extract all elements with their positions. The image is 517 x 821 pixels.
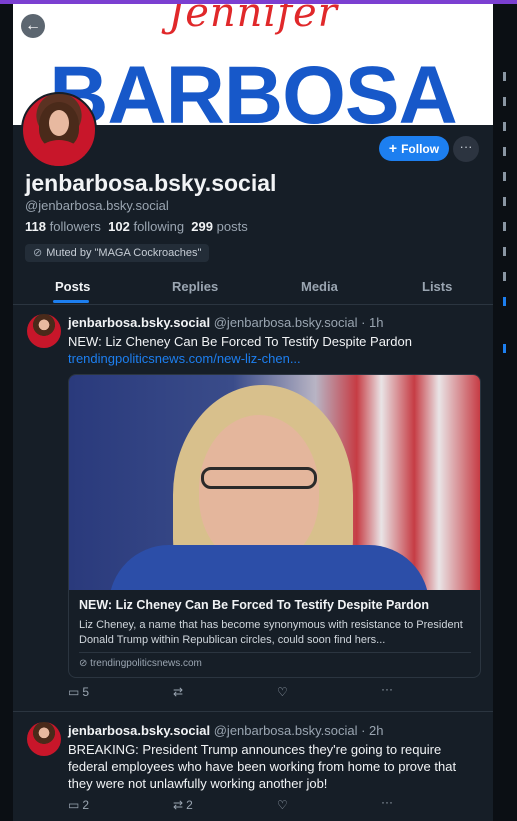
- post-author[interactable]: jenbarbosa.bsky.social: [68, 723, 210, 738]
- post-more-button[interactable]: ···: [381, 795, 393, 809]
- like-button[interactable]: ♡: [277, 685, 291, 699]
- ellipsis-icon: ···: [459, 139, 473, 154]
- reply-button[interactable]: ▭ 5: [68, 685, 89, 699]
- active-tab-indicator: [53, 300, 89, 303]
- link-card-image: [69, 375, 480, 590]
- muted-label: Muted by "MAGA Cockroaches": [46, 247, 202, 259]
- follow-label: Follow: [401, 142, 440, 156]
- link-card[interactable]: NEW: Liz Cheney Can Be Forced To Testify…: [68, 374, 481, 678]
- post-link[interactable]: trendingpoliticsnews.com/new-liz-chen...: [68, 351, 301, 366]
- posts-count: 299: [191, 219, 213, 234]
- followers-link[interactable]: 118 followers: [25, 219, 101, 234]
- profile-page: Jennifer BARBOSA ← + Follow ··· jenbarbos…: [13, 4, 493, 821]
- post-avatar[interactable]: [27, 314, 61, 348]
- post-author[interactable]: jenbarbosa.bsky.social: [68, 315, 210, 330]
- muted-badge[interactable]: ⊘ Muted by "MAGA Cockroaches": [25, 244, 210, 262]
- post-text: NEW: Liz Cheney Can Be Forced To Testify…: [68, 334, 412, 349]
- followers-label: followers: [49, 219, 101, 234]
- ellipsis-icon: ···: [381, 795, 393, 809]
- reply-count: 5: [82, 685, 90, 699]
- right-sidebar-strip: [493, 4, 517, 821]
- post-time[interactable]: · 2h: [361, 723, 383, 738]
- post-header: jenbarbosa.bsky.social @jenbarbosa.bsky.…: [68, 723, 384, 738]
- link-card-domain-label: trendingpoliticsnews.com: [90, 658, 202, 669]
- following-count: 102: [108, 219, 130, 234]
- link-card-description: Liz Cheney, a name that has become synon…: [79, 619, 463, 646]
- speech-bubble-icon: ▭: [68, 685, 80, 699]
- tab-media[interactable]: Media: [301, 279, 338, 294]
- tab-posts[interactable]: Posts: [55, 279, 90, 294]
- post-text: BREAKING: President Trump announces they…: [68, 742, 457, 791]
- profile-more-button[interactable]: ···: [453, 136, 479, 162]
- repost-icon: ⇄: [173, 798, 184, 812]
- follow-button[interactable]: + Follow: [379, 136, 449, 161]
- post-divider: [13, 711, 493, 712]
- post-avatar[interactable]: [27, 722, 61, 756]
- profile-handle: @jenbarbosa.bsky.social: [25, 198, 169, 213]
- banner-script-text: Jennifer: [168, 4, 338, 36]
- following-link[interactable]: 102 following: [108, 219, 184, 234]
- reply-button[interactable]: ▭ 2: [68, 798, 89, 812]
- tab-replies[interactable]: Replies: [172, 279, 218, 294]
- heart-icon: ♡: [277, 798, 288, 812]
- post-handle: @jenbarbosa.bsky.social: [213, 315, 358, 330]
- link-card-divider: [79, 652, 471, 653]
- tab-lists[interactable]: Lists: [422, 279, 452, 294]
- post-time[interactable]: · 1h: [361, 315, 383, 330]
- posts-label: posts: [216, 219, 248, 234]
- eye-slash-icon: ⊘: [33, 247, 43, 259]
- ellipsis-icon: ···: [381, 682, 393, 696]
- repost-icon: ⇄: [173, 685, 184, 699]
- post-more-button[interactable]: ···: [381, 682, 393, 696]
- link-card-title: NEW: Liz Cheney Can Be Forced To Testify…: [79, 598, 430, 612]
- globe-icon: ⊘: [79, 658, 91, 669]
- post-handle: @jenbarbosa.bsky.social: [213, 723, 358, 738]
- link-card-domain: ⊘ trendingpoliticsnews.com: [79, 658, 202, 669]
- profile-display-name: jenbarbosa.bsky.social: [25, 170, 277, 196]
- repost-count: 2: [186, 798, 193, 812]
- heart-icon: ♡: [277, 685, 288, 699]
- profile-stats: 118 followers 102 following 299 posts: [25, 219, 248, 234]
- followers-count: 118: [25, 219, 46, 234]
- plus-icon: +: [388, 140, 398, 156]
- arrow-left-icon: ←: [25, 17, 41, 34]
- speech-bubble-icon: ▭: [68, 798, 80, 812]
- profile-tabs: Posts Replies Media Lists: [13, 270, 493, 305]
- following-label: following: [133, 219, 185, 234]
- back-button[interactable]: ←: [21, 14, 45, 38]
- reply-count: 2: [82, 798, 90, 812]
- post-header: jenbarbosa.bsky.social @jenbarbosa.bsky.…: [68, 315, 384, 330]
- profile-avatar[interactable]: [21, 92, 97, 168]
- like-button[interactable]: ♡: [277, 798, 291, 812]
- repost-button[interactable]: ⇄: [173, 685, 186, 699]
- repost-button[interactable]: ⇄ 2: [173, 798, 193, 812]
- posts-stat: 299 posts: [191, 219, 247, 234]
